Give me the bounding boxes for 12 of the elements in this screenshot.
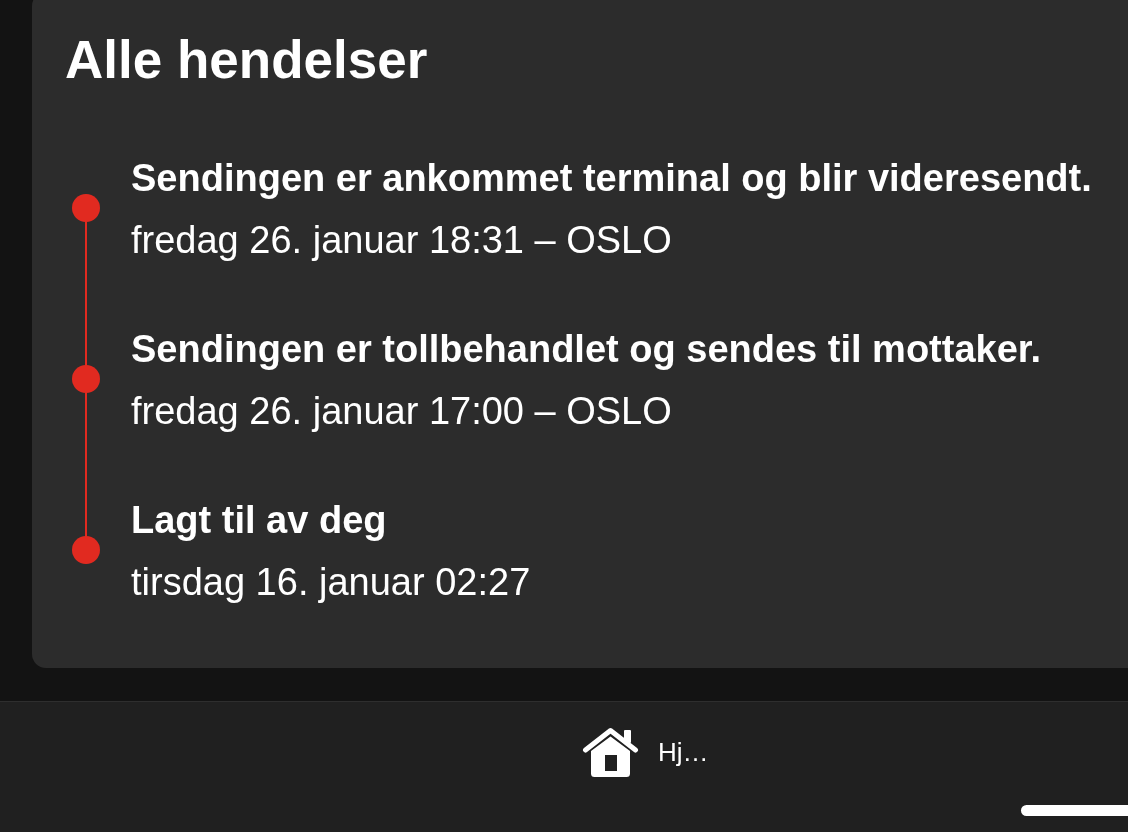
event-description: Sendingen er tollbehandlet og sendes til mottaker. <box>131 327 1042 372</box>
event-time: fredag 26. januar 17:00 – OSLO <box>131 389 672 434</box>
timeline-dot-icon <box>72 536 100 564</box>
event-description: Sendingen er ankommet terminal og blir videresendt. <box>131 156 1092 201</box>
event-description: Lagt til av deg <box>131 498 387 543</box>
event-time: fredag 26. januar 18:31 – OSLO <box>131 218 672 263</box>
house-icon <box>582 727 639 777</box>
event-time: tirsdag 16. januar 02:27 <box>131 560 531 605</box>
timeline-dot-icon <box>72 365 100 393</box>
home-tab[interactable]: Hj… <box>582 727 709 777</box>
section-title: Alle hendelser <box>65 33 428 86</box>
timeline-dot-icon <box>72 194 100 222</box>
